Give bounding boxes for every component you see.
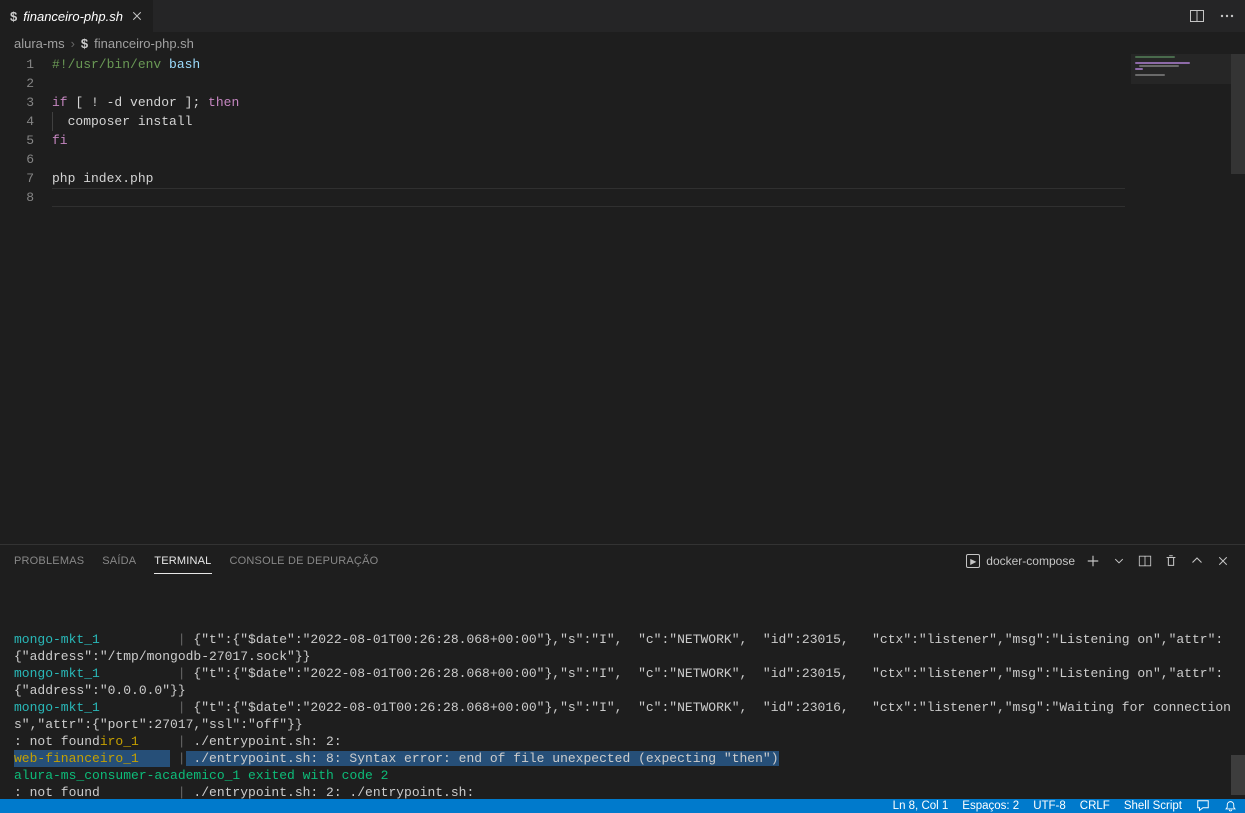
bell-icon[interactable] — [1224, 800, 1237, 813]
terminal-line: mongo-mkt_1 | {"t":{"$date":"2022-08-01T… — [14, 699, 1231, 733]
panel-tab-group: PROBLEMAS SAÍDA TERMINAL CONSOLE DE DEPU… — [14, 549, 378, 574]
split-terminal-icon[interactable] — [1137, 553, 1153, 569]
line-gutter: 12345678 — [0, 54, 52, 544]
tab-terminal[interactable]: TERMINAL — [154, 549, 211, 574]
breadcrumb[interactable]: alura-ms › $ financeiro-php.sh — [0, 32, 1245, 54]
status-encoding[interactable]: UTF-8 — [1033, 800, 1066, 812]
close-icon[interactable] — [129, 8, 145, 24]
token: [ ! -d vendor ] — [68, 95, 193, 110]
profile-label: docker-compose — [986, 554, 1075, 568]
panel-actions: ▶ docker-compose — [966, 553, 1231, 569]
status-language[interactable]: Shell Script — [1124, 800, 1182, 812]
line-number: 4 — [0, 112, 34, 131]
token: #!/usr/bin/env — [52, 57, 169, 72]
status-indent[interactable]: Espaços: 2 — [962, 800, 1019, 812]
code-line[interactable] — [52, 188, 1245, 207]
split-editor-icon[interactable] — [1189, 8, 1205, 24]
tab-debug-console[interactable]: CONSOLE DE DEPURAÇÃO — [230, 549, 379, 574]
feedback-icon[interactable] — [1196, 799, 1210, 813]
code-line[interactable] — [52, 150, 1245, 169]
chevron-down-icon[interactable] — [1111, 553, 1127, 569]
tab-output[interactable]: SAÍDA — [102, 549, 136, 574]
code-editor[interactable]: 12345678 #!/usr/bin/env bash if [ ! -d ve… — [0, 54, 1245, 544]
line-number: 7 — [0, 169, 34, 188]
new-terminal-icon[interactable] — [1085, 553, 1101, 569]
terminal-line: web-financeiro_1 | ./entrypoint.sh: 8: S… — [14, 750, 1231, 767]
code-area[interactable]: #!/usr/bin/env bash if [ ! -d vendor ]; t… — [52, 54, 1245, 544]
terminal-line: alura-ms_consumer-academico_1 exited wit… — [14, 767, 1231, 784]
code-line[interactable]: php index.php — [52, 169, 1245, 188]
shell-icon: $ — [10, 9, 17, 24]
bottom-panel: PROBLEMAS SAÍDA TERMINAL CONSOLE DE DEPU… — [0, 544, 1245, 799]
code-line[interactable]: if [ ! -d vendor ]; then — [52, 93, 1245, 112]
scrollbar-thumb[interactable] — [1231, 755, 1245, 795]
line-number: 1 — [0, 55, 34, 74]
code-line[interactable]: #!/usr/bin/env bash — [52, 55, 1245, 74]
panel-tabs: PROBLEMAS SAÍDA TERMINAL CONSOLE DE DEPU… — [0, 545, 1245, 577]
minimap-viewport[interactable] — [1131, 54, 1231, 84]
token: php index.php — [52, 171, 153, 186]
token: bash — [169, 57, 200, 72]
minimap[interactable] — [1131, 54, 1231, 534]
tab-problems[interactable]: PROBLEMAS — [14, 549, 84, 574]
file-tab[interactable]: $ financeiro-php.sh — [0, 0, 154, 32]
terminal-profile[interactable]: ▶ docker-compose — [966, 554, 1075, 568]
line-number: 8 — [0, 188, 34, 207]
scrollbar-thumb[interactable] — [1231, 54, 1245, 174]
shell-icon: $ — [81, 36, 88, 51]
terminal-output[interactable]: mongo-mkt_1 | {"t":{"$date":"2022-08-01T… — [0, 577, 1245, 799]
close-panel-icon[interactable] — [1215, 553, 1231, 569]
line-number: 6 — [0, 150, 34, 169]
code-line[interactable]: fi — [52, 131, 1245, 150]
line-number: 5 — [0, 131, 34, 150]
breadcrumb-root[interactable]: alura-ms — [14, 36, 65, 51]
terminal-line: mongo-mkt_1 | {"t":{"$date":"2022-08-01T… — [14, 665, 1231, 699]
terminal-line: : not foundiro_1 | ./entrypoint.sh: 2: — [14, 733, 1231, 750]
chevron-right-icon: › — [71, 36, 75, 51]
editor-tabs: $ financeiro-php.sh — [0, 0, 1245, 32]
breadcrumb-file[interactable]: financeiro-php.sh — [94, 36, 194, 51]
token: fi — [52, 133, 68, 148]
task-icon: ▶ — [966, 554, 980, 568]
token: if — [52, 95, 68, 110]
line-number: 3 — [0, 93, 34, 112]
trash-icon[interactable] — [1163, 553, 1179, 569]
status-eol[interactable]: CRLF — [1080, 800, 1110, 812]
token: then — [200, 95, 239, 110]
tab-group: $ financeiro-php.sh — [0, 0, 154, 32]
code-line[interactable]: composer install — [52, 112, 1245, 131]
maximize-panel-icon[interactable] — [1189, 553, 1205, 569]
tab-title: financeiro-php.sh — [23, 9, 123, 24]
token: composer install — [52, 114, 192, 129]
terminal-scrollbar[interactable] — [1231, 577, 1245, 799]
terminal-line: : not found | ./entrypoint.sh: 2: ./entr… — [14, 784, 1231, 799]
terminal-line: mongo-mkt_1 | {"t":{"$date":"2022-08-01T… — [14, 631, 1231, 665]
more-icon[interactable] — [1219, 8, 1235, 24]
status-cursor[interactable]: Ln 8, Col 1 — [893, 800, 949, 812]
code-line[interactable] — [52, 74, 1245, 93]
editor-actions — [1189, 8, 1241, 24]
line-number: 2 — [0, 74, 34, 93]
editor-scrollbar[interactable] — [1231, 54, 1245, 544]
status-bar: Ln 8, Col 1 Espaços: 2 UTF-8 CRLF Shell … — [0, 799, 1245, 813]
